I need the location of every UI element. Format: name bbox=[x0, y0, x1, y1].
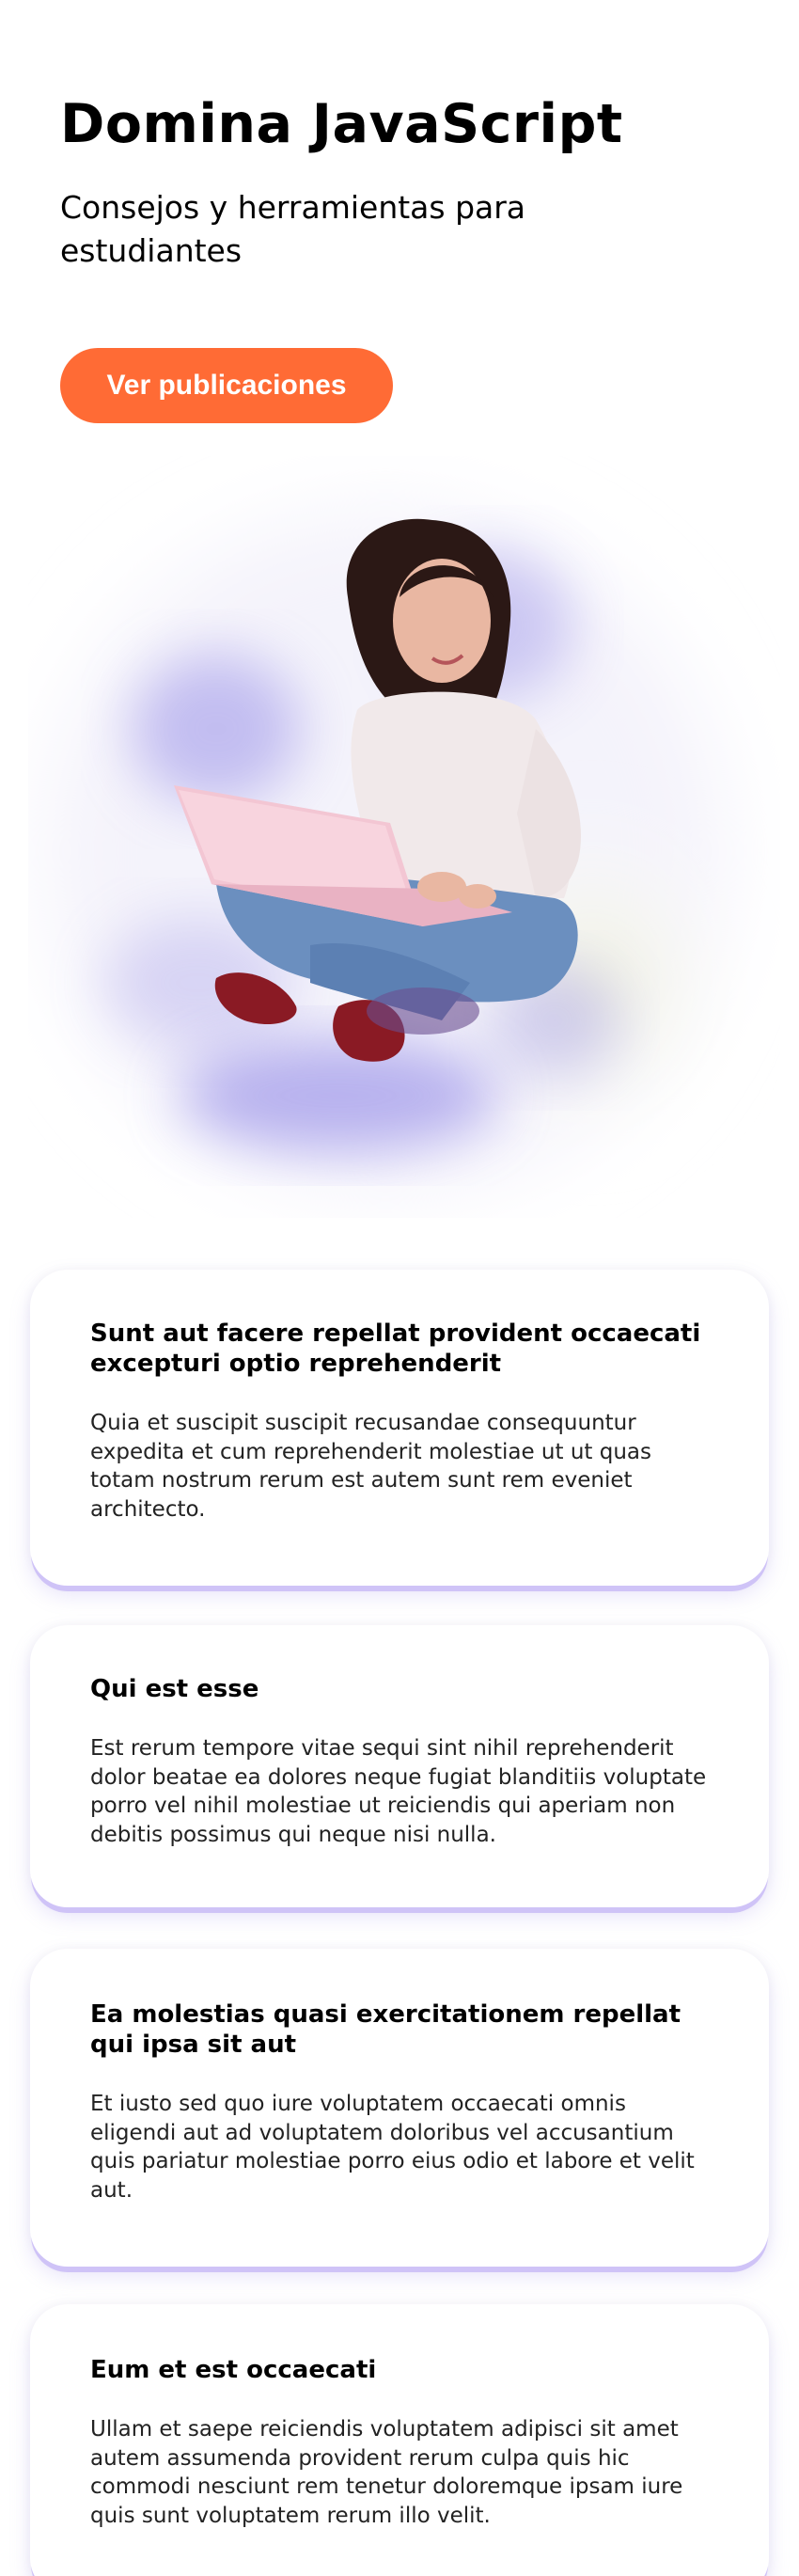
post-body: Ullam et saepe reiciendis voluptatem adi… bbox=[90, 2417, 683, 2528]
post-title: Sunt aut facere repellat provident occae… bbox=[90, 1320, 701, 1378]
post-title: Eum et est occaecati bbox=[90, 2356, 377, 2384]
post-card[interactable]: Eum et est occaecati Ullam et saepe reic… bbox=[30, 2304, 769, 2576]
post-card[interactable]: Sunt aut facere repellat provident occae… bbox=[30, 1270, 769, 1586]
post-title: Ea molestias quasi exercitationem repell… bbox=[90, 2000, 681, 2059]
post-body: Quia et suscipit suscipit recusandae con… bbox=[90, 1411, 652, 1522]
post-title: Qui est esse bbox=[90, 1675, 259, 1703]
page-subtitle: Consejos y herramientas para estudiantes bbox=[60, 189, 526, 269]
view-posts-button[interactable]: Ver publicaciones bbox=[60, 348, 393, 423]
post-card[interactable]: Qui est esse Est rerum tempore vitae seq… bbox=[30, 1625, 769, 1907]
post-body: Et iusto sed quo iure voluptatem occaeca… bbox=[90, 2092, 695, 2203]
post-card[interactable]: Ea molestias quasi exercitationem repell… bbox=[30, 1949, 769, 2267]
student-with-laptop-illustration bbox=[28, 456, 780, 1218]
post-body: Est rerum tempore vitae sequi sint nihil… bbox=[90, 1736, 707, 1847]
page-title: Domina JavaScript bbox=[60, 93, 623, 155]
